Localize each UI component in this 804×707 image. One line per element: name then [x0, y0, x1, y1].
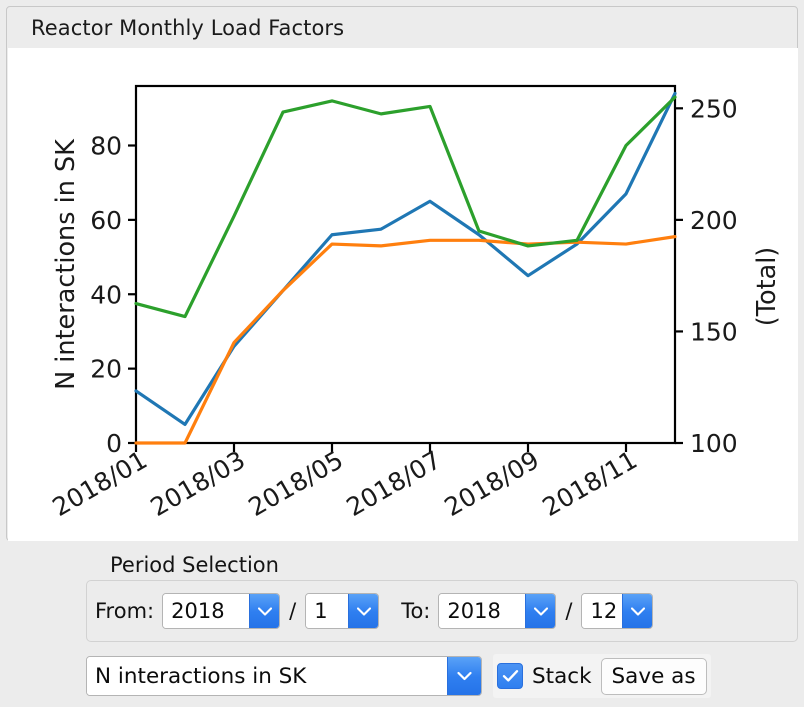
from-month-select[interactable]: 1: [305, 593, 380, 629]
to-month-value: 12: [582, 594, 623, 628]
y2-axis-tick-label: 150: [690, 317, 738, 346]
y2-axis-tick-label: 250: [690, 94, 738, 123]
to-label: To:: [401, 599, 431, 623]
chevron-down-icon[interactable]: [249, 594, 280, 628]
from-month-value: 1: [306, 594, 349, 628]
y2-axis-tick-label: 200: [690, 206, 738, 235]
line-chart: 0204060801001502002502018/012018/032018/…: [8, 48, 798, 541]
y-axis-tick-label: 40: [90, 280, 122, 309]
chart-options-row: N interactions in SK Stack Save as: [86, 652, 798, 700]
to-month-select[interactable]: 12: [581, 593, 654, 629]
from-year-value: 2018: [163, 594, 250, 628]
stack-option[interactable]: Stack Save as: [493, 654, 711, 698]
application-window: Reactor Monthly Load Factors 0 20 40 60 80 10…: [0, 0, 804, 707]
to-year-value: 2018: [439, 594, 526, 628]
metric-value: N interactions in SK: [87, 657, 447, 695]
stack-label: Stack: [532, 663, 592, 689]
page-title: Reactor Monthly Load Factors: [31, 16, 345, 40]
chevron-down-icon[interactable]: [348, 594, 379, 628]
to-separator: /: [565, 599, 573, 623]
chevron-down-icon[interactable]: [447, 657, 481, 695]
y2-axis-tick-label: 100: [690, 429, 738, 458]
chart-panel: Reactor Monthly Load Factors 0 20 40 60 80 10…: [6, 6, 798, 541]
metric-select[interactable]: N interactions in SK: [86, 656, 482, 696]
y-axis-tick-label: 80: [90, 132, 122, 161]
chevron-down-icon[interactable]: [622, 594, 653, 628]
period-selection-group: From: 2018 / 1 To: 2018 / 12: [86, 580, 798, 642]
y2-axis-title: (Total): [752, 247, 782, 326]
y-axis-tick-label: 60: [90, 206, 122, 235]
from-year-select[interactable]: 2018: [162, 593, 281, 629]
chart-canvas[interactable]: 0 20 40 60 80 100 150 200 250 2018/01 2018/03 2018/…: [8, 48, 798, 541]
save-as-button[interactable]: Save as: [600, 657, 707, 695]
from-separator: /: [289, 599, 297, 623]
y-axis-tick-label: 0: [106, 429, 122, 458]
check-icon: [502, 670, 518, 682]
chevron-down-icon[interactable]: [525, 594, 556, 628]
stack-checkbox[interactable]: [497, 663, 523, 689]
y-axis-tick-label: 20: [90, 355, 122, 384]
from-label: From:: [95, 599, 155, 623]
period-selection-legend: Period Selection: [106, 553, 283, 577]
to-year-select[interactable]: 2018: [438, 593, 557, 629]
y-axis-title: N interactions in SK: [51, 138, 81, 390]
